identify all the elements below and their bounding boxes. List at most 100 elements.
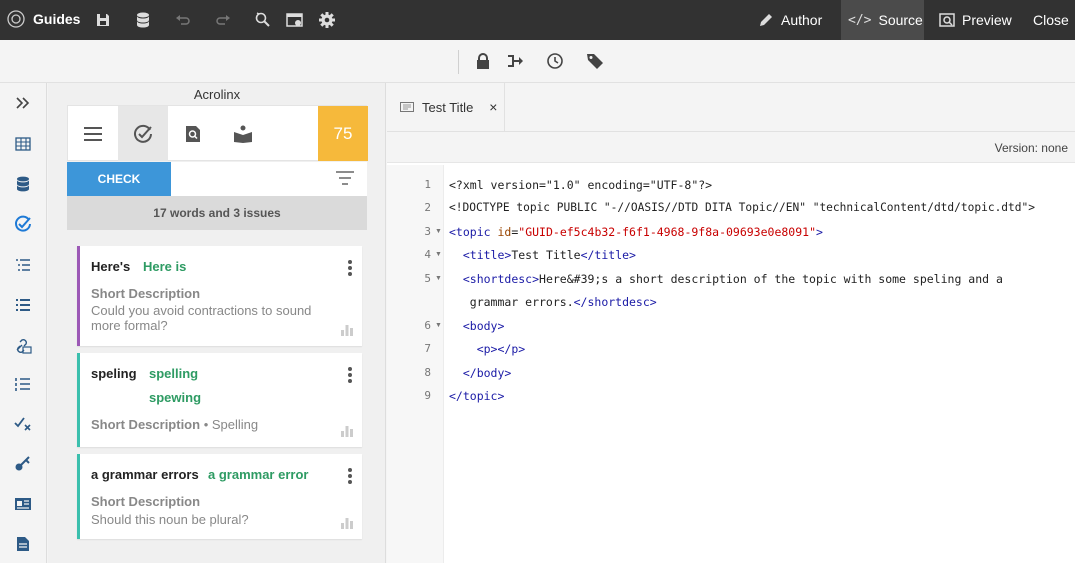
preview-mode-button[interactable]: Preview [932,0,1019,40]
issues-summary: 17 words and 3 issues [67,196,367,230]
check-button[interactable]: CHECK [67,162,171,196]
issue-text: a grammar errors [91,467,199,482]
source-label: Source [878,12,923,28]
close-button[interactable]: Close [1026,0,1075,40]
issue-location: Short Description • Spelling [91,417,258,432]
secondary-toolbar [0,40,1075,83]
document-icon[interactable] [12,533,34,555]
settings-gear-icon[interactable] [317,10,337,30]
line-number: 3 [424,225,431,238]
guides-logo-icon [7,10,25,28]
list-icon[interactable] [12,294,34,316]
top-toolbar: Guides Author </> Source Preview Close [0,0,1075,40]
history-icon[interactable] [545,51,565,71]
location-label: Short Description [91,286,201,301]
close-tab-icon[interactable]: × [489,99,497,115]
code-icon: </> [848,12,872,28]
xml-file-icon [400,102,414,112]
fold-icon[interactable]: ▼ [435,228,442,235]
menu-tab[interactable] [68,106,118,161]
numbered-list-icon[interactable] [12,373,34,395]
more-options-icon[interactable] [348,367,352,385]
hamburger-icon [84,126,102,141]
check-row: CHECK [67,162,367,196]
check-circle-icon [133,124,153,144]
preview-icon [939,12,955,28]
source-mode-button[interactable]: </> Source [841,0,924,40]
search-doc-tab[interactable] [168,106,218,161]
issue-category: • Spelling [200,417,259,432]
document-tab[interactable]: Test Title × [387,83,505,131]
issue-card[interactable]: speling spelling spewing Short Descripti… [77,353,362,447]
media-icon[interactable] [12,493,34,515]
line-number: 4 [424,248,431,261]
left-icon-rail [0,83,47,563]
editor-tabbar: Test Title × [387,83,1075,132]
workflow-icon[interactable] [505,51,525,71]
line-number: 2 [424,201,431,214]
code-line: <p></p> [476,342,526,356]
guidance-tab[interactable] [218,106,268,161]
view-settings-icon[interactable] [285,10,305,30]
line-number: 8 [424,366,431,379]
code-line: </body> [462,366,512,380]
issue-text: speling [91,366,137,381]
database-icon[interactable] [12,173,34,195]
key-icon[interactable] [12,453,34,475]
save-icon[interactable] [93,10,113,30]
line-number: 7 [424,342,431,355]
suggestion[interactable]: spewing [149,390,201,405]
bar-chart-icon[interactable] [340,324,354,336]
location-label: Short Description [91,494,201,509]
code-line: <title>Test Title</title> [462,248,636,262]
panel-tabs: 75 [67,105,368,161]
issue-location: Short Description [91,494,200,509]
fold-icon[interactable]: ▼ [435,322,442,329]
links-icon[interactable] [12,335,34,357]
tag-icon[interactable] [585,51,605,71]
bar-chart-icon[interactable] [340,517,354,529]
code-line: <?xml version="1.0" encoding="UTF-8"?> [449,178,713,192]
document-search-icon [185,125,201,143]
code-line: <body> [462,319,505,333]
book-reader-icon [233,125,253,143]
fold-icon[interactable]: ▼ [435,275,442,282]
version-label: Version: none [387,132,1075,163]
fold-icon[interactable]: ▼ [435,251,442,258]
app-brand[interactable]: Guides [7,10,80,28]
more-options-icon[interactable] [348,468,352,486]
issue-text: Here's [91,259,131,274]
issue-description: Could you avoid contractions to sound mo… [91,303,312,333]
source-editor: Test Title × Version: none 1 2 3 ▼ 4 ▼ 5… [387,83,1075,563]
code-line: <!DOCTYPE topic PUBLIC "-//OASIS//DTD DI… [449,201,1035,214]
check-cross-icon[interactable] [12,413,34,435]
more-options-icon[interactable] [348,260,352,278]
location-label: Short Description [91,417,201,432]
issue-card[interactable]: a grammar errors a grammar error Short D… [77,454,362,539]
close-label: Close [1033,12,1069,28]
preview-label: Preview [962,12,1012,28]
redo-icon[interactable] [213,10,233,30]
acrolinx-icon[interactable] [12,213,34,235]
undo-icon[interactable] [173,10,193,30]
issue-location: Short Description [91,286,200,301]
lock-icon[interactable] [473,51,493,71]
line-number: 6 [424,319,431,332]
suggestion[interactable]: Here is [143,259,186,274]
bar-chart-icon[interactable] [340,425,354,437]
save-version-icon[interactable] [134,10,154,30]
issue-card[interactable]: Here's Here is Short Description Could y… [77,246,362,346]
code-line: grammar errors.</shortdesc> [449,295,657,309]
filter-icon[interactable] [335,170,355,186]
checking-tab[interactable] [118,106,168,161]
author-mode-button[interactable]: Author [751,0,829,40]
find-replace-icon[interactable] [253,10,273,30]
outline-icon[interactable] [12,254,34,276]
table-icon[interactable] [12,133,34,155]
author-label: Author [781,12,823,28]
suggestion[interactable]: spelling [149,366,198,381]
code-line: <topic id="GUID-ef5c4b32-f6f1-4968-9f8a-… [449,225,823,239]
expand-panel-icon[interactable] [12,92,34,114]
acrolinx-panel: Acrolinx 75 CHECK 17 words and 3 issues … [48,83,386,563]
suggestion[interactable]: a grammar error [208,467,308,482]
